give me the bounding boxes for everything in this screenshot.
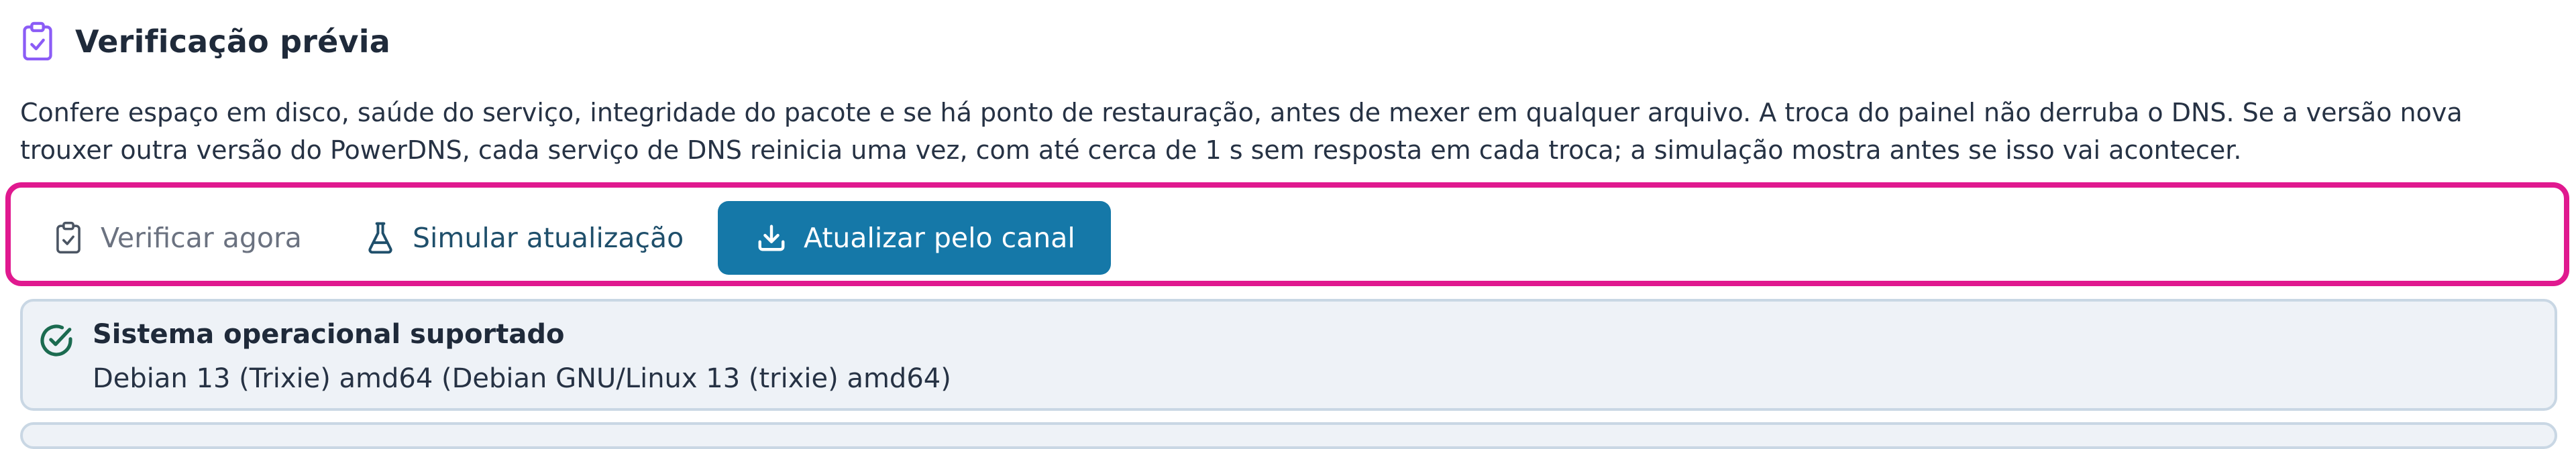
clipboard-check-icon xyxy=(20,21,55,62)
verify-now-label: Verificar agora xyxy=(101,222,302,254)
download-icon xyxy=(754,220,789,255)
flask-icon xyxy=(363,220,398,255)
check-result-card xyxy=(20,422,2557,449)
check-title: Sistema operacional suportado xyxy=(93,319,565,350)
check-detail: Debian 13 (Trixie) amd64 (Debian GNU/Lin… xyxy=(93,363,951,394)
section-header: Verificação prévia xyxy=(20,15,390,68)
check-circle-icon xyxy=(38,322,75,359)
section-description: Confere espaço em disco, saúde do serviç… xyxy=(20,98,2463,165)
simulate-update-button[interactable]: Simular atualização xyxy=(363,201,684,275)
action-bar: Verificar agora Simular atualização Atua… xyxy=(5,182,2569,286)
check-result-card: Sistema operacional suportado Debian 13 … xyxy=(20,299,2557,411)
update-via-channel-label: Atualizar pelo canal xyxy=(804,222,1075,254)
simulate-update-label: Simular atualização xyxy=(413,222,684,254)
update-via-channel-button[interactable]: Atualizar pelo canal xyxy=(718,201,1111,275)
page-title: Verificação prévia xyxy=(75,23,390,60)
verify-now-button[interactable]: Verificar agora xyxy=(51,201,302,275)
clipboard-check-icon xyxy=(51,220,86,255)
